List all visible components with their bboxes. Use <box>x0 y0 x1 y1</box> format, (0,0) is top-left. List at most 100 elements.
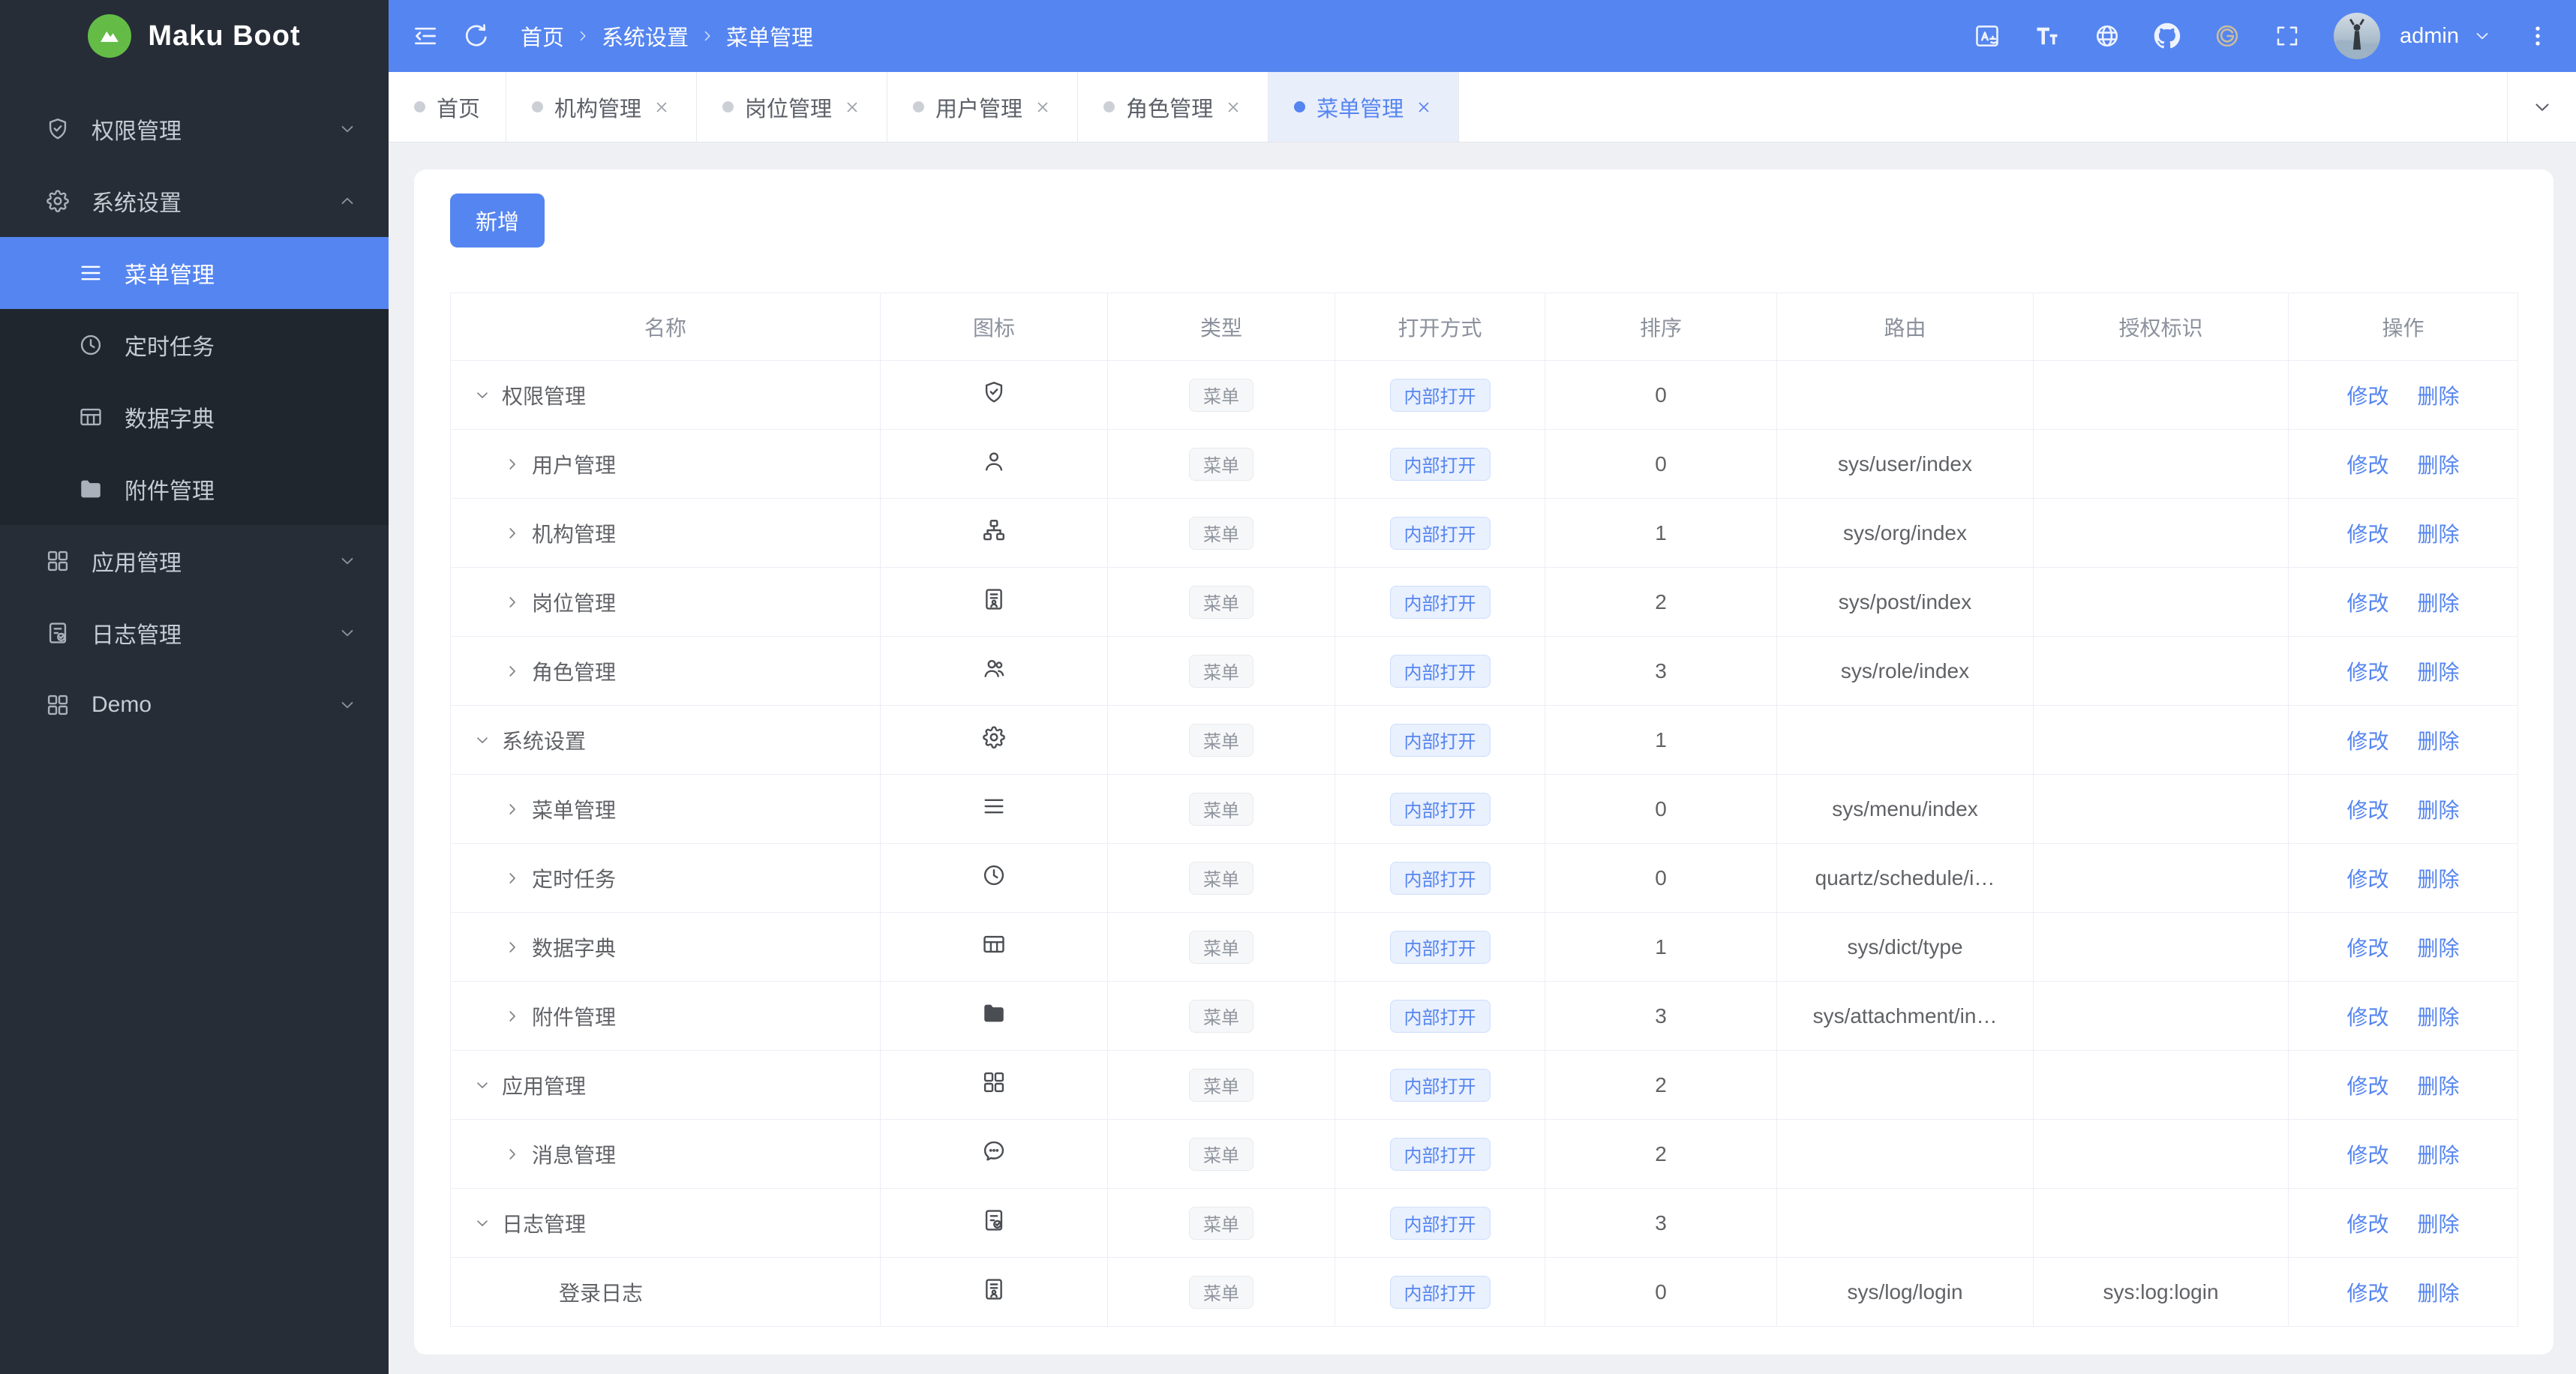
tree-expand-icon[interactable] <box>503 938 521 956</box>
cell-icon <box>880 705 1108 775</box>
sidebar-subitem-2[interactable]: 数据字典 <box>0 381 389 453</box>
tab-3[interactable]: 用户管理 <box>887 72 1079 142</box>
tab-4[interactable]: 角色管理 <box>1078 72 1269 142</box>
edit-link[interactable]: 修改 <box>2346 1213 2388 1236</box>
sidebar-item-4[interactable]: Demo <box>0 669 389 741</box>
kebab-icon[interactable] <box>2525 23 2550 49</box>
type-tag: 菜单 <box>1189 516 1253 550</box>
close-icon[interactable] <box>1415 98 1433 116</box>
tree-expand-icon[interactable] <box>473 386 491 404</box>
tree-expand-icon[interactable] <box>473 731 491 749</box>
breadcrumb-item-2[interactable]: 菜单管理 <box>726 20 813 52</box>
font-size-icon[interactable] <box>2034 22 2061 50</box>
delete-link[interactable]: 删除 <box>2418 799 2460 822</box>
github-icon[interactable] <box>2154 22 2181 50</box>
sidebar-item-0[interactable]: 权限管理 <box>0 93 389 165</box>
edit-link[interactable]: 修改 <box>2346 799 2388 822</box>
cell-type: 菜单 <box>1107 498 1335 568</box>
edit-link[interactable]: 修改 <box>2346 730 2388 753</box>
delete-link[interactable]: 删除 <box>2418 1213 2460 1236</box>
close-icon[interactable] <box>1224 98 1242 116</box>
edit-link[interactable]: 修改 <box>2346 385 2388 408</box>
tab-5[interactable]: 菜单管理 <box>1268 72 1460 142</box>
cell-name: 系统设置 <box>450 705 881 775</box>
collapse-icon[interactable] <box>411 22 440 50</box>
delete-link[interactable]: 删除 <box>2418 1075 2460 1098</box>
tree-expand-icon[interactable] <box>503 1007 521 1025</box>
cell-type: 菜单 <box>1107 429 1335 499</box>
delete-link[interactable]: 删除 <box>2418 937 2460 960</box>
tree-expand-icon[interactable] <box>503 800 521 818</box>
cell-operations: 修改 删除 <box>2288 774 2518 844</box>
username-label[interactable]: admin <box>2400 24 2459 49</box>
open-mode-tag: 内部打开 <box>1389 378 1491 412</box>
tab-0[interactable]: 首页 <box>389 72 507 142</box>
close-icon[interactable] <box>653 98 671 116</box>
refresh-icon[interactable] <box>462 22 491 50</box>
delete-link[interactable]: 删除 <box>2418 661 2460 684</box>
fullscreen-icon[interactable] <box>2274 22 2301 50</box>
delete-link[interactable]: 删除 <box>2418 523 2460 546</box>
tabs-dropdown-button[interactable] <box>2507 72 2576 142</box>
edit-link[interactable]: 修改 <box>2346 454 2388 477</box>
delete-link[interactable]: 删除 <box>2418 385 2460 408</box>
sidebar-item-2[interactable]: 应用管理 <box>0 525 389 597</box>
cell-route <box>1776 705 2034 775</box>
column-header-6: 授权标识 <box>2033 292 2289 361</box>
delete-link[interactable]: 删除 <box>2418 592 2460 615</box>
avatar[interactable] <box>2334 13 2380 59</box>
edit-link[interactable]: 修改 <box>2346 1075 2388 1098</box>
tree-expand-icon[interactable] <box>503 593 521 611</box>
gitee-icon[interactable] <box>2214 22 2241 50</box>
tab-2[interactable]: 岗位管理 <box>697 72 888 142</box>
edit-link[interactable]: 修改 <box>2346 1006 2388 1029</box>
tabbar-spacer <box>1459 72 2507 142</box>
edit-link[interactable]: 修改 <box>2346 592 2388 615</box>
delete-link[interactable]: 删除 <box>2418 1144 2460 1167</box>
sidebar-subitem-1[interactable]: 定时任务 <box>0 309 389 381</box>
edit-link[interactable]: 修改 <box>2346 1144 2388 1167</box>
tree-expand-icon[interactable] <box>503 662 521 680</box>
edit-link[interactable]: 修改 <box>2346 523 2388 546</box>
delete-link[interactable]: 删除 <box>2418 1006 2460 1029</box>
cell-open: 内部打开 <box>1335 1119 1545 1189</box>
type-tag: 菜单 <box>1189 930 1253 964</box>
delete-link[interactable]: 删除 <box>2418 454 2460 477</box>
tab-label: 岗位管理 <box>745 97 833 122</box>
tree-expand-icon[interactable] <box>503 524 521 542</box>
edit-link[interactable]: 修改 <box>2346 661 2388 684</box>
sidebar-subitem-3[interactable]: 附件管理 <box>0 453 389 525</box>
sidebar-item-1[interactable]: 系统设置 <box>0 165 389 237</box>
close-icon[interactable] <box>843 98 861 116</box>
chat-bubble-icon <box>981 1138 1007 1164</box>
table-row: 系统设置 菜单 内部打开 1 修改 删除 <box>450 705 2518 775</box>
sidebar-subitem-0[interactable]: 菜单管理 <box>0 237 389 309</box>
delete-link[interactable]: 删除 <box>2418 730 2460 753</box>
edit-link[interactable]: 修改 <box>2346 937 2388 960</box>
sidebar-item-label: 日志管理 <box>92 623 182 648</box>
cell-open: 内部打开 <box>1335 843 1545 913</box>
tree-expand-icon[interactable] <box>503 869 521 887</box>
close-icon[interactable] <box>1034 98 1052 116</box>
cell-auth <box>2033 1119 2289 1189</box>
users-icon <box>981 656 1007 681</box>
delete-link[interactable]: 删除 <box>2418 1282 2460 1305</box>
tree-expand-icon[interactable] <box>473 1214 491 1232</box>
edit-link[interactable]: 修改 <box>2346 868 2388 891</box>
sidebar-item-3[interactable]: 日志管理 <box>0 597 389 669</box>
delete-link[interactable]: 删除 <box>2418 868 2460 891</box>
tree-expand-icon[interactable] <box>503 1145 521 1163</box>
globe-icon[interactable] <box>2094 22 2121 50</box>
tree-expand-icon[interactable] <box>473 1076 491 1094</box>
translate-icon[interactable] <box>1974 22 2001 50</box>
edit-link[interactable]: 修改 <box>2346 1282 2388 1305</box>
add-button[interactable]: 新增 <box>450 194 545 248</box>
breadcrumb-item-0[interactable]: 首页 <box>521 20 564 52</box>
type-tag: 菜单 <box>1189 723 1253 757</box>
breadcrumb-item-1[interactable]: 系统设置 <box>602 20 689 52</box>
tree-expand-icon[interactable] <box>503 455 521 473</box>
tab-label: 首页 <box>437 97 481 122</box>
chevron-down-icon[interactable] <box>2472 26 2492 46</box>
tab-1[interactable]: 机构管理 <box>506 72 698 142</box>
open-mode-tag: 内部打开 <box>1389 1206 1491 1240</box>
